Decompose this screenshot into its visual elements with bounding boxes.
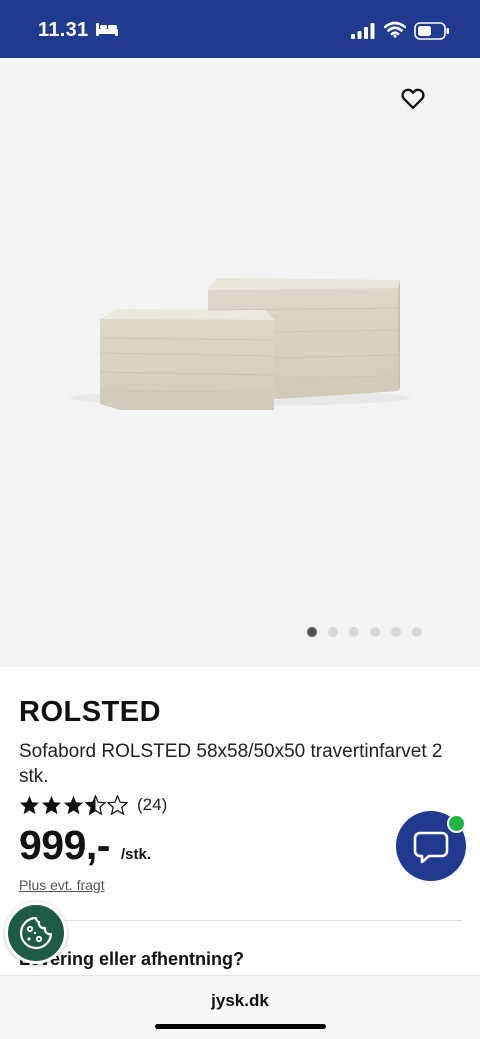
product-price: 999,- [19, 822, 110, 868]
gallery-dot[interactable] [307, 627, 317, 637]
heart-outline-icon[interactable] [399, 84, 427, 112]
gallery-dot[interactable] [412, 627, 422, 637]
gallery-dot[interactable] [370, 627, 380, 637]
star-filled-icon [63, 795, 84, 815]
battery-icon [414, 22, 449, 40]
gallery-pagination [307, 627, 422, 637]
review-count[interactable]: (24) [137, 795, 167, 815]
url-address[interactable]: jysk.dk [0, 991, 480, 1011]
wifi-icon [384, 21, 406, 38]
chat-online-badge [447, 814, 466, 833]
home-indicator[interactable] [155, 1024, 326, 1029]
shipping-note-link[interactable]: Plus evt. fragt [19, 877, 105, 893]
gallery-dot[interactable] [349, 627, 359, 637]
status-time: 11.31 [38, 19, 89, 41]
star-half-icon [85, 795, 106, 815]
divider [19, 920, 462, 921]
signal-icon [351, 23, 375, 39]
star-filled-icon [19, 795, 40, 815]
star-empty-icon [107, 795, 128, 815]
browser-bottom-bar: jysk.dk [0, 975, 480, 1039]
status-bar: 11.31 [0, 0, 480, 58]
product-gallery[interactable] [0, 58, 480, 667]
star-filled-icon [41, 795, 62, 815]
product-description: Sofabord ROLSTED 58x58/50x50 travertinfa… [19, 741, 443, 787]
rating-stars[interactable]: (24) [19, 795, 167, 815]
cookie-icon [19, 916, 53, 950]
gallery-dot[interactable] [328, 627, 338, 637]
gallery-dot[interactable] [391, 627, 401, 637]
cookie-settings-button[interactable] [5, 902, 67, 964]
product-brand: ROLSTED [19, 696, 162, 728]
price-unit: /stk. [121, 846, 152, 863]
bed-icon [96, 23, 118, 36]
product-image [70, 278, 410, 410]
